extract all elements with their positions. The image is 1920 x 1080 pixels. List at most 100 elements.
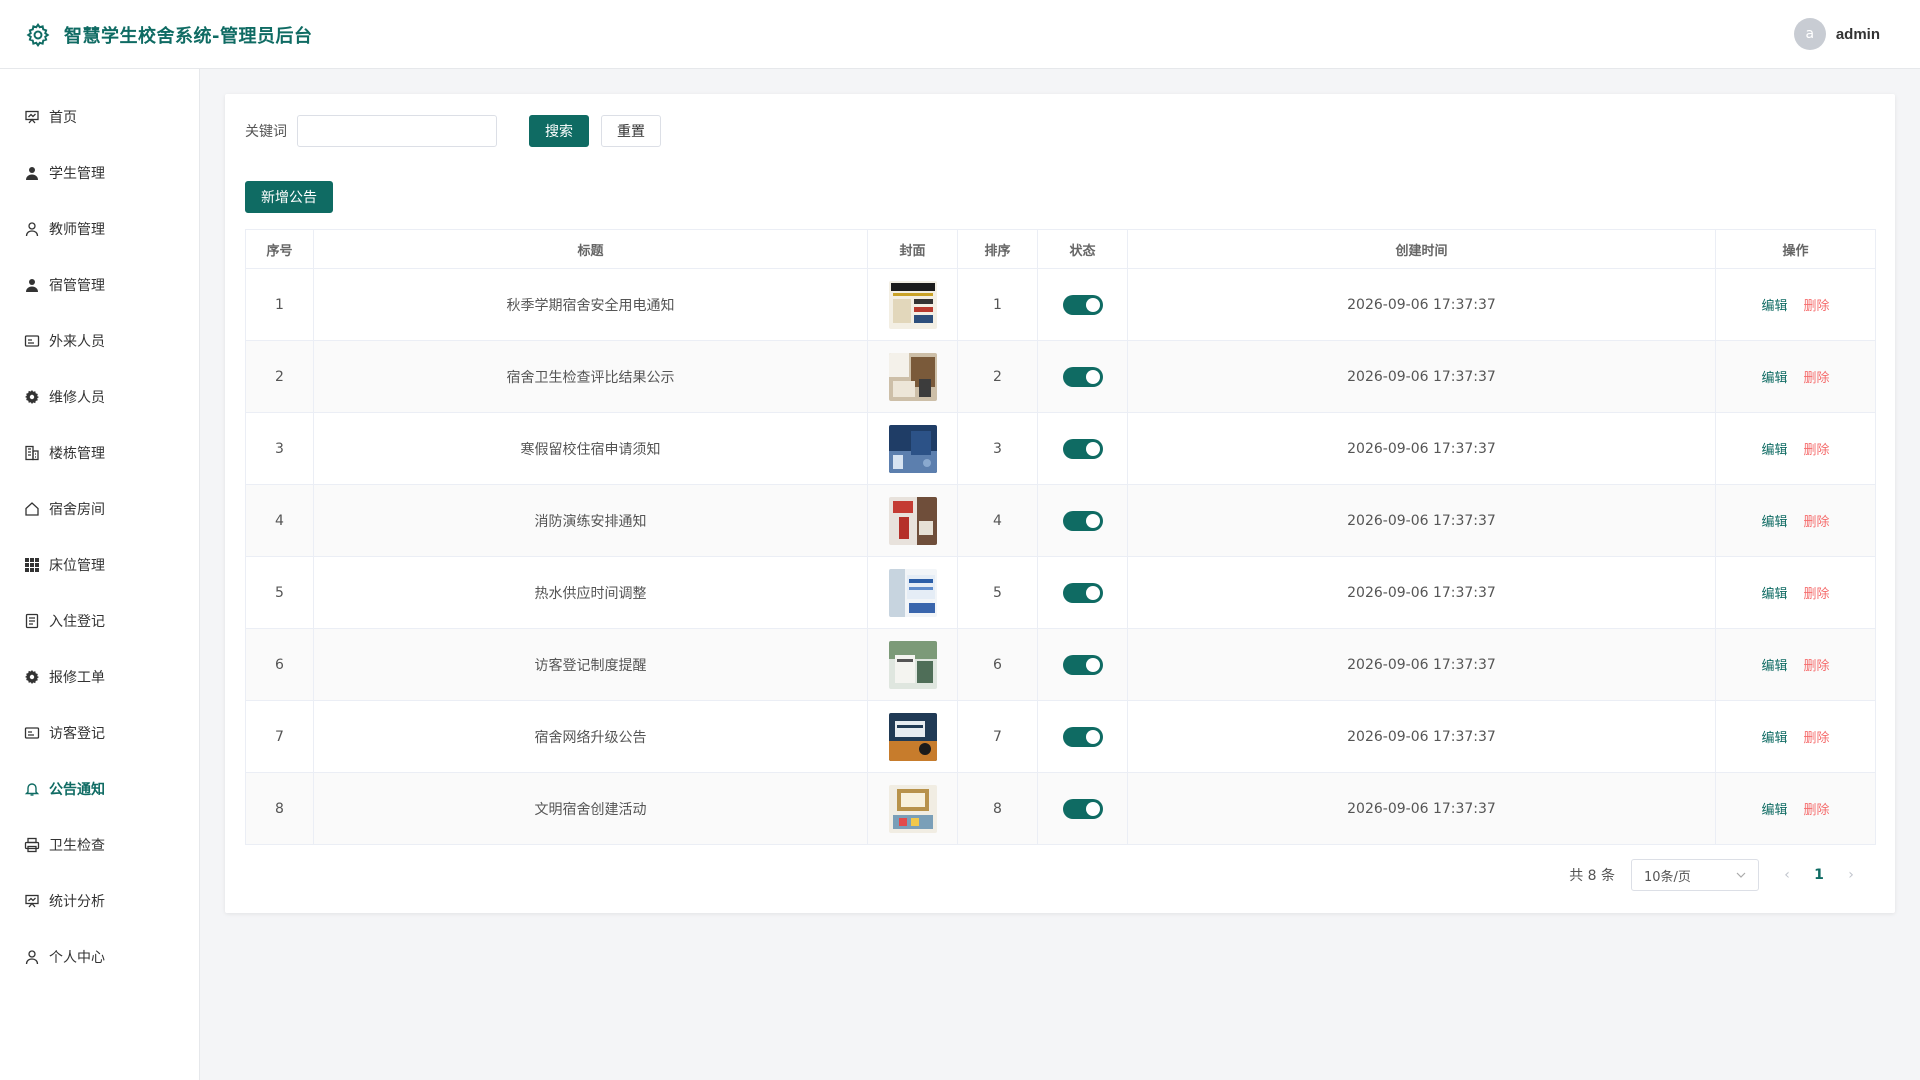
sidebar-item-label: 维修人员 (49, 390, 105, 406)
row-sort: 6 (957, 628, 1038, 701)
gear-icon (24, 389, 40, 405)
sidebar-item[interactable]: 宿管管理 (0, 257, 199, 313)
sidebar-item-label: 教师管理 (49, 222, 105, 238)
delete-link[interactable]: 删除 (1804, 659, 1830, 674)
user-icon (24, 949, 40, 965)
user-icon (24, 221, 40, 237)
row-created: 2026-09-06 17:37:37 (1127, 556, 1716, 629)
page-size-select[interactable]: 10条/页 (1631, 859, 1759, 891)
row-sort: 2 (957, 340, 1038, 413)
row-title: 寒假留校住宿申请须知 (313, 412, 868, 485)
delete-link[interactable]: 删除 (1804, 299, 1830, 314)
cover-thumbnail[interactable] (888, 352, 937, 401)
row-actions: 编辑 删除 (1715, 340, 1876, 413)
status-toggle[interactable] (1062, 726, 1103, 747)
username[interactable]: admin (1836, 26, 1880, 43)
table-row: 3 寒假留校住宿申请须知 3 2026-09-06 17:37:37 编辑 删除 (245, 412, 1876, 485)
delete-link[interactable]: 删除 (1804, 443, 1830, 458)
add-announcement-button[interactable]: 新增公告 (245, 181, 333, 213)
status-toggle[interactable] (1062, 366, 1103, 387)
edit-link[interactable]: 编辑 (1761, 443, 1787, 458)
sidebar-item[interactable]: 统计分析 (0, 873, 199, 929)
sidebar-item[interactable]: 访客登记 (0, 705, 199, 761)
sidebar-item[interactable]: 维修人员 (0, 369, 199, 425)
table-row: 8 文明宿舍创建活动 8 2026-09-06 17:37:37 编辑 删除 (245, 772, 1876, 845)
sidebar-item[interactable]: 个人中心 (0, 929, 199, 985)
user-menu[interactable]: a admin (1793, 18, 1880, 50)
cover-thumbnail[interactable] (888, 496, 937, 545)
sidebar-item-label: 统计分析 (49, 894, 105, 910)
delete-link[interactable]: 删除 (1804, 371, 1830, 386)
delete-link[interactable]: 删除 (1804, 803, 1830, 818)
sidebar-item[interactable]: 楼栋管理 (0, 425, 199, 481)
edit-link[interactable]: 编辑 (1761, 803, 1787, 818)
gear-icon (24, 669, 40, 685)
row-title: 宿舍卫生检查评比结果公示 (313, 340, 868, 413)
edit-link[interactable]: 编辑 (1761, 299, 1787, 314)
cover-thumbnail[interactable] (888, 784, 937, 833)
search-button[interactable]: 搜索 (529, 115, 589, 147)
delete-link[interactable]: 删除 (1804, 731, 1830, 746)
header-status: 状态 (1037, 229, 1128, 269)
sidebar-item[interactable]: 首页 (0, 89, 199, 145)
table-row: 2 宿舍卫生检查评比结果公示 2 2026-09-06 17:37:37 编辑 删除 (245, 340, 1876, 413)
row-cover (867, 340, 958, 413)
sidebar-item-label: 外来人员 (49, 334, 105, 350)
row-title: 文明宿舍创建活动 (313, 772, 868, 845)
avatar[interactable]: a (1793, 18, 1826, 50)
row-actions: 编辑 删除 (1715, 556, 1876, 629)
next-page-button[interactable]: › (1837, 867, 1865, 883)
table-row: 6 访客登记制度提醒 6 2026-09-06 17:37:37 编辑 删除 (245, 628, 1876, 701)
sidebar-item[interactable]: 入住登记 (0, 593, 199, 649)
reset-button[interactable]: 重置 (601, 115, 661, 147)
header-cover: 封面 (867, 229, 958, 269)
row-sort: 3 (957, 412, 1038, 485)
keyword-input[interactable] (297, 115, 497, 147)
sidebar-item[interactable]: 教师管理 (0, 201, 199, 257)
sidebar-item-label: 楼栋管理 (49, 446, 105, 462)
row-created: 2026-09-06 17:37:37 (1127, 628, 1716, 701)
printer-icon (24, 837, 40, 853)
sidebar-item[interactable]: 学生管理 (0, 145, 199, 201)
cover-thumbnail[interactable] (888, 280, 937, 329)
sidebar-item[interactable]: 报修工单 (0, 649, 199, 705)
row-index: 4 (245, 484, 314, 557)
sidebar-item[interactable]: 宿舍房间 (0, 481, 199, 537)
edit-link[interactable]: 编辑 (1761, 515, 1787, 530)
sidebar-item[interactable]: 外来人员 (0, 313, 199, 369)
status-toggle[interactable] (1062, 294, 1103, 315)
cover-thumbnail[interactable] (888, 712, 937, 761)
sidebar-item[interactable]: 卫生检查 (0, 817, 199, 873)
app-title: 智慧学生校舍系统-管理员后台 (64, 26, 313, 47)
edit-link[interactable]: 编辑 (1761, 371, 1787, 386)
status-toggle[interactable] (1062, 654, 1103, 675)
status-toggle[interactable] (1062, 798, 1103, 819)
document-icon (24, 613, 40, 629)
cover-thumbnail[interactable] (888, 424, 937, 473)
sidebar-item[interactable]: 床位管理 (0, 537, 199, 593)
status-toggle[interactable] (1062, 510, 1103, 531)
sidebar-item-label: 宿管管理 (49, 278, 105, 294)
status-toggle[interactable] (1062, 438, 1103, 459)
header-title: 标题 (313, 229, 868, 269)
status-toggle[interactable] (1062, 582, 1103, 603)
row-index: 8 (245, 772, 314, 845)
header-actions: 操作 (1715, 229, 1876, 269)
row-actions: 编辑 删除 (1715, 700, 1876, 773)
edit-link[interactable]: 编辑 (1761, 659, 1787, 674)
delete-link[interactable]: 删除 (1804, 587, 1830, 602)
table-row: 7 宿舍网络升级公告 7 2026-09-06 17:37:37 编辑 删除 (245, 700, 1876, 773)
cover-thumbnail[interactable] (888, 568, 937, 617)
cover-thumbnail[interactable] (888, 640, 937, 689)
sidebar-item[interactable]: 公告通知 (0, 761, 199, 817)
edit-link[interactable]: 编辑 (1761, 731, 1787, 746)
user-filled-icon (24, 165, 40, 181)
edit-link[interactable]: 编辑 (1761, 587, 1787, 602)
row-status (1037, 340, 1128, 413)
row-status (1037, 484, 1128, 557)
prev-page-button[interactable]: ‹ (1773, 867, 1801, 883)
sidebar-item-label: 学生管理 (49, 166, 105, 182)
delete-link[interactable]: 删除 (1804, 515, 1830, 530)
page-number-current[interactable]: 1 (1805, 867, 1833, 883)
gear-logo-icon (26, 23, 50, 47)
